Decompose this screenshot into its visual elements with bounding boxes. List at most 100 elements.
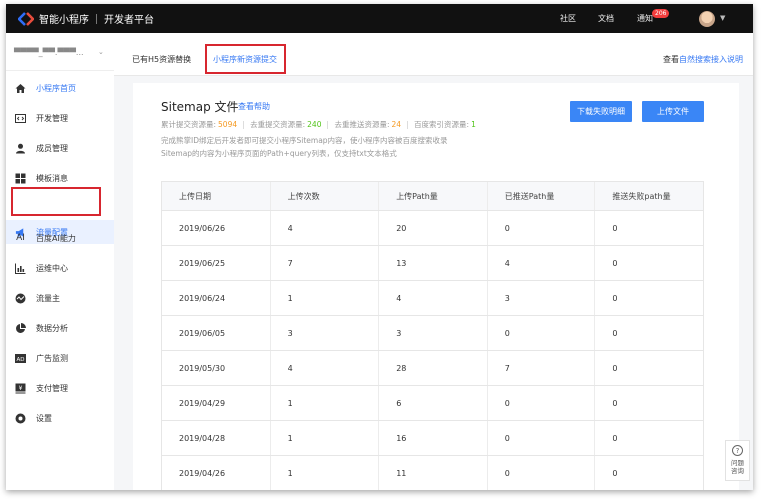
template-icon <box>15 173 26 184</box>
download-failures-button[interactable]: 下载失败明细 <box>570 101 632 122</box>
stat-label: 百度索引资源量: <box>414 120 470 129</box>
nav-docs[interactable]: 文档 <box>598 13 614 24</box>
table-cell: 0 <box>612 433 618 443</box>
sidebar-item-settings[interactable]: 设置 <box>6 406 114 430</box>
code-icon <box>15 113 26 124</box>
table-cell: 0 <box>612 293 618 303</box>
table-cell: 1 <box>271 421 380 455</box>
table-cell: 13 <box>379 246 488 280</box>
stat-divider <box>243 120 245 129</box>
sidebar-item-ai[interactable]: AI 百度AI能力 <box>6 226 114 250</box>
nav-community[interactable]: 社区 <box>560 13 576 24</box>
nav-notifications[interactable]: 通知 <box>637 13 653 24</box>
upload-history-table: 上传日期 上传次数 上传Path量 已推送Path量 推送失败path量 201… <box>161 181 704 490</box>
table-cell: 2019/04/28 <box>162 421 271 455</box>
chevron-down-icon[interactable]: ▼ <box>720 14 725 22</box>
ad-icon: AD <box>15 353 26 364</box>
table-cell: 2019/04/26 <box>162 456 271 490</box>
table-cell: 3 <box>379 316 488 350</box>
table-cell: 2019/06/25 <box>162 246 271 280</box>
sidebar-item-home[interactable]: 小程序首页 <box>6 76 114 100</box>
sidebar-item-traffic-owner[interactable]: 流量主 <box>6 286 114 310</box>
stat-divider <box>407 120 409 129</box>
sidebar-item-payment[interactable]: ¥ 支付管理 <box>6 376 114 400</box>
table-row: 2019/06/24 1 4 3 0 <box>162 281 703 316</box>
table-cell: 2019/06/24 <box>162 281 271 315</box>
sidebar: ▀▀▀▀_▀▀.▀▀▀... ⌄ 小程序首页 开发管理 成员管理 模板消息 流量… <box>6 33 114 490</box>
app-window: 智能小程序 开发者平台 社区 文档 通知 206 ▼ ▀▀▀▀_▀▀.▀▀▀..… <box>6 4 753 490</box>
table-cell: 0 <box>488 316 596 350</box>
brand-name: 智能小程序 <box>39 15 89 26</box>
notification-badge: 206 <box>652 9 670 18</box>
stat-divider <box>327 120 329 129</box>
table-cell: 0 <box>612 363 618 373</box>
sidebar-item-analytics[interactable]: 数据分析 <box>6 316 114 340</box>
payment-icon: ¥ <box>15 383 26 394</box>
sidebar-item-label: 数据分析 <box>36 323 68 333</box>
table-cell: 28 <box>379 351 488 385</box>
sidebar-item-label: 开发管理 <box>36 113 68 123</box>
table-cell: 1 <box>271 386 380 420</box>
account-name[interactable]: ▀▀▀▀_▀▀.▀▀▀... <box>14 48 84 57</box>
sidebar-item-label: 设置 <box>36 413 52 423</box>
table-cell: 4 <box>379 281 488 315</box>
upload-file-button[interactable]: 上传文件 <box>642 101 704 122</box>
highlight-box-tab <box>205 44 286 74</box>
table-cell: 0 <box>488 421 596 455</box>
stat-label: 去重推送资源量: <box>334 120 390 129</box>
table-cell: 0 <box>488 456 596 490</box>
search-guide-link-text[interactable]: 自然搜索接入说明 <box>679 55 743 64</box>
platform-name: 开发者平台 <box>104 15 154 26</box>
stat-label: 去重提交资源量: <box>250 120 306 129</box>
account-chevron-icon[interactable]: ⌄ <box>98 48 104 56</box>
sidebar-item-ops[interactable]: 运维中心 <box>6 256 114 280</box>
sidebar-item-label: 小程序首页 <box>36 83 76 93</box>
table-cell: 0 <box>612 258 618 268</box>
search-guide-link[interactable]: 查看自然搜索接入说明 <box>663 54 743 65</box>
table-cell: 1 <box>271 456 380 490</box>
question-consult-label: 问题咨询 <box>731 459 744 475</box>
pie-chart-icon <box>15 322 26 334</box>
table-row: 2019/04/26 1 11 0 0 <box>162 456 703 490</box>
stat-label: 累计提交资源量: <box>161 120 217 129</box>
table-cell: 0 <box>612 328 618 338</box>
column-header: 上传日期 <box>162 182 271 210</box>
column-header: 上传次数 <box>271 182 380 210</box>
gear-icon <box>15 413 26 424</box>
sidebar-item-label: 流量主 <box>36 293 60 303</box>
table-cell: 2019/05/30 <box>162 351 271 385</box>
table-row: 2019/06/26 4 20 0 0 <box>162 211 703 246</box>
logo[interactable]: 智能小程序 开发者平台 <box>18 11 154 26</box>
sidebar-item-ad-monitor[interactable]: AD 广告监测 <box>6 346 114 370</box>
svg-text:¥: ¥ <box>19 385 23 392</box>
question-icon: ? <box>732 445 743 456</box>
table-cell: 0 <box>488 386 596 420</box>
description-line-2: Sitemap的内容为小程序页面的Path+query列表，仅支持txt文本格式 <box>161 149 397 158</box>
sidebar-item-members[interactable]: 成员管理 <box>6 136 114 160</box>
help-link[interactable]: 查看帮助 <box>238 101 270 112</box>
user-icon <box>15 143 26 154</box>
table-row: 2019/05/30 4 28 7 0 <box>162 351 703 386</box>
tab-bar: 已有H5资源替换 小程序新资源提交 查看自然搜索接入说明 <box>114 33 753 76</box>
sidebar-item-dev[interactable]: 开发管理 <box>6 106 114 130</box>
sidebar-item-label: 模板消息 <box>36 173 68 183</box>
column-header: 已推送Path量 <box>488 182 596 210</box>
avatar[interactable] <box>699 11 715 27</box>
sitemap-card: Sitemap 文件 查看帮助 下载失败明细 上传文件 累计提交资源量: 509… <box>133 83 739 490</box>
table-cell: 7 <box>271 246 380 280</box>
table-cell: 0 <box>612 223 618 233</box>
table-row: 2019/06/25 7 13 4 0 <box>162 246 703 281</box>
logo-icon <box>18 11 34 26</box>
svg-text:AD: AD <box>17 357 25 363</box>
table-cell: 4 <box>271 351 380 385</box>
tab-h5-replace[interactable]: 已有H5资源替换 <box>132 54 191 65</box>
sidebar-item-label: 百度AI能力 <box>36 233 76 243</box>
table-cell: 16 <box>379 421 488 455</box>
table-cell: 1 <box>271 281 380 315</box>
ai-icon: AI <box>16 233 25 243</box>
table-cell: 0 <box>488 211 596 245</box>
question-consult-button[interactable]: ? 问题咨询 <box>725 440 750 481</box>
top-bar: 智能小程序 开发者平台 社区 文档 通知 206 ▼ <box>6 4 753 33</box>
table-cell: 6 <box>379 386 488 420</box>
column-header: 推送失败path量 <box>612 191 671 201</box>
